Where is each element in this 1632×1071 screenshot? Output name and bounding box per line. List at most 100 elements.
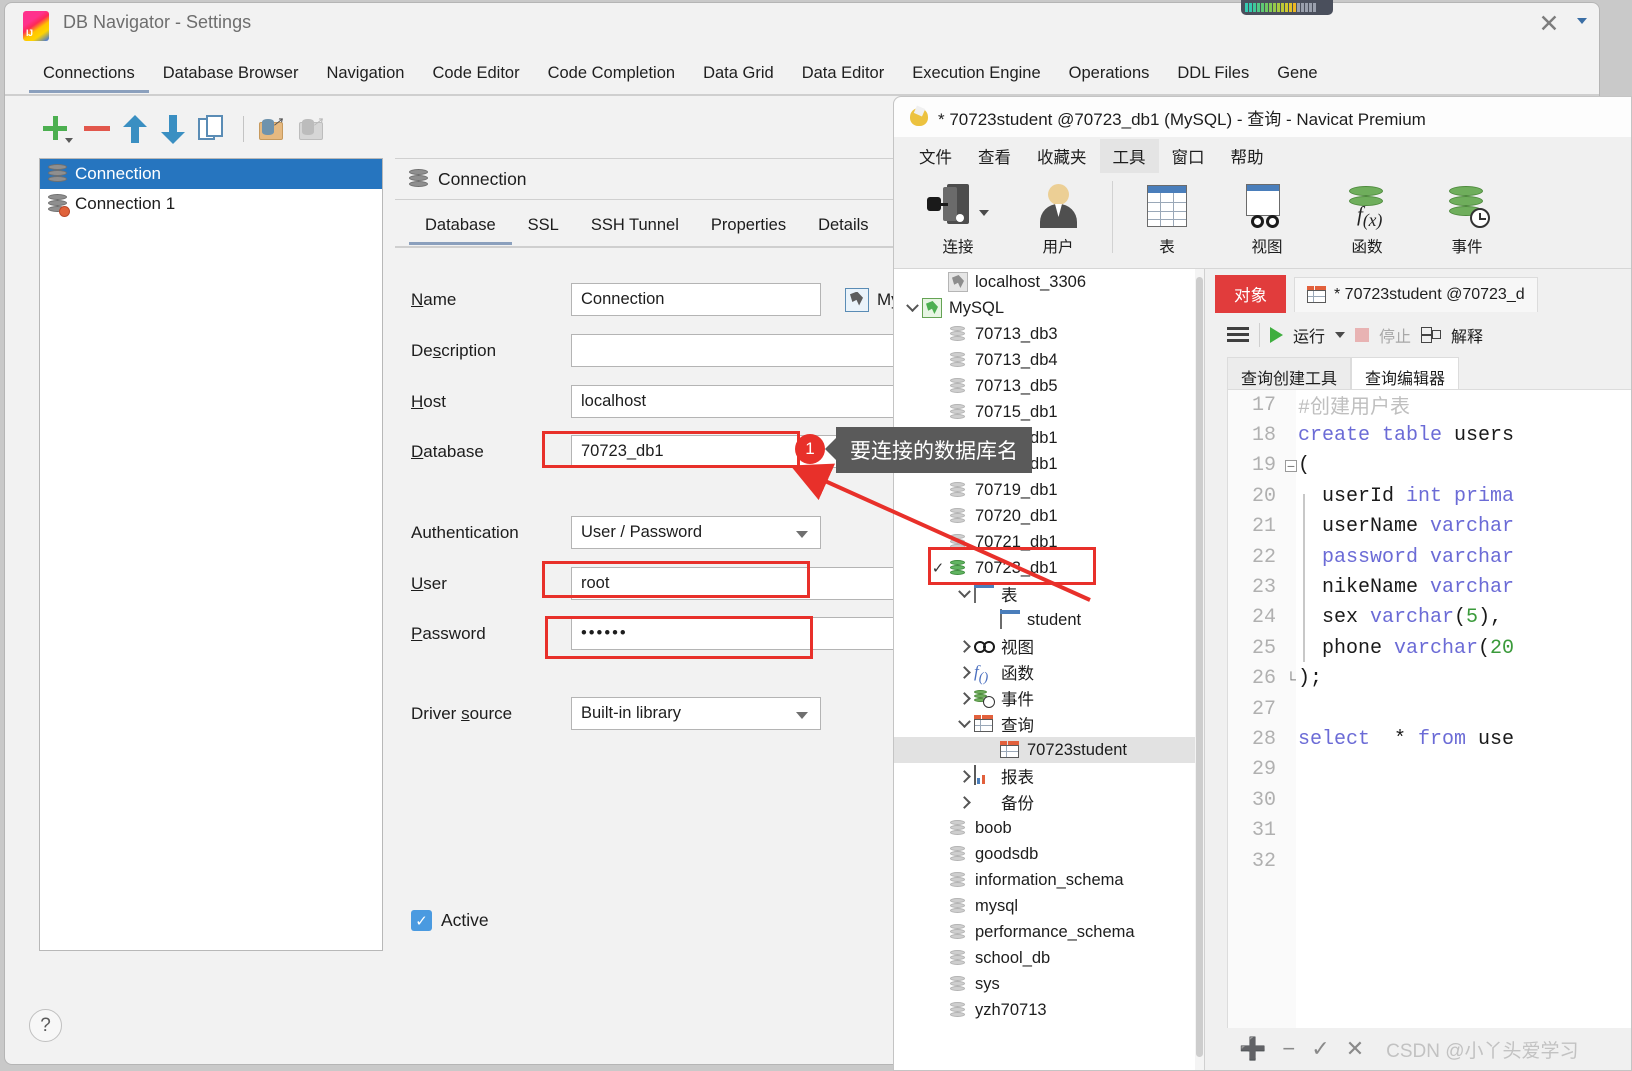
chevron-down-icon[interactable] [905, 298, 919, 312]
tree-item[interactable]: MySQL [894, 295, 1204, 321]
settings-tab-gene[interactable]: Gene [1263, 58, 1331, 91]
explain-label[interactable]: 解释 [1451, 323, 1483, 347]
tree-twisty[interactable] [954, 639, 974, 654]
tree-item[interactable]: 70713_db5 [894, 373, 1204, 399]
tree-twisty[interactable] [954, 769, 974, 784]
tree-item[interactable]: student [894, 607, 1204, 633]
connection-list-item[interactable]: Connection 1 [40, 189, 382, 219]
checkbox-checked-icon[interactable]: ✓ [411, 910, 432, 931]
chevron-right-icon[interactable] [957, 795, 971, 809]
connection-list-item[interactable]: Connection [40, 159, 382, 189]
navicat-menu-item[interactable]: 文件 [906, 139, 965, 173]
settings-tab-execution-engine[interactable]: Execution Engine [898, 58, 1054, 91]
object-button[interactable]: 对象 [1215, 275, 1286, 313]
sql-line[interactable]: 26 └); [1228, 664, 1631, 694]
chevron-down-icon[interactable] [1573, 11, 1593, 31]
tree-twisty[interactable] [954, 665, 974, 680]
tree-twisty[interactable] [954, 691, 974, 706]
chevron-down-icon[interactable] [979, 210, 989, 216]
active-checkbox-row[interactable]: ✓ Active [411, 910, 489, 931]
toolbar-table[interactable]: 表 [1117, 175, 1217, 257]
tree-twisty[interactable]: ✓ [928, 559, 948, 577]
chevron-right-icon[interactable] [957, 639, 971, 653]
settings-tab-code-completion[interactable]: Code Completion [534, 58, 690, 91]
connection-tab-properties[interactable]: Properties [695, 210, 802, 243]
tree-item[interactable]: 备份 [894, 789, 1204, 815]
toolbar-connection[interactable]: 连接 [908, 175, 1008, 257]
navicat-object-tree[interactable]: localhost_3306 MySQL 70713_db3 70713_db4 707… [894, 269, 1205, 1070]
chevron-down-icon[interactable] [957, 584, 971, 598]
sql-line[interactable]: 24 sex varchar(5), [1228, 603, 1631, 633]
tree-item[interactable]: information_schema [894, 867, 1204, 893]
navicat-menu-item[interactable]: 窗口 [1159, 139, 1218, 173]
check-icon[interactable]: ✓ [932, 560, 945, 577]
sql-line[interactable]: 23 nikeName varchar [1228, 572, 1631, 602]
toolbar-view[interactable]: 视图 [1217, 175, 1317, 257]
run-label[interactable]: 运行 [1293, 323, 1325, 347]
query-tab[interactable]: * 70723student @70723_d [1294, 276, 1538, 312]
add-row-icon[interactable]: ➕ [1239, 1036, 1266, 1062]
tree-twisty[interactable] [954, 584, 974, 602]
tree-item[interactable]: school_db [894, 945, 1204, 971]
copy-db-icon[interactable]: ↗ [295, 112, 329, 146]
tree-item[interactable]: 70719_db1 [894, 477, 1204, 503]
sql-line[interactable]: 19−( [1228, 451, 1631, 481]
settings-tab-data-editor[interactable]: Data Editor [788, 58, 899, 91]
tree-item[interactable]: 报表 [894, 763, 1204, 789]
settings-tab-data-grid[interactable]: Data Grid [689, 58, 788, 91]
name-input[interactable]: Connection [571, 283, 821, 316]
authentication-select[interactable]: User / Password [571, 516, 821, 549]
tree-item[interactable]: 70713_db3 [894, 321, 1204, 347]
tree-twisty[interactable] [954, 714, 974, 732]
tree-item[interactable]: 70713_db4 [894, 347, 1204, 373]
arrow-down-icon[interactable] [157, 112, 191, 146]
driver-source-select[interactable]: Built-in library [571, 697, 821, 730]
tree-item[interactable]: 事件 [894, 685, 1204, 711]
tree-twisty[interactable] [954, 795, 974, 810]
connection-tab-database[interactable]: Database [409, 210, 512, 245]
sql-line[interactable]: 30 [1228, 785, 1631, 815]
sql-line[interactable]: 29 [1228, 755, 1631, 785]
tree-item[interactable]: boob [894, 815, 1204, 841]
scrollbar-thumb[interactable] [1196, 277, 1203, 1057]
tree-item[interactable]: 查询 [894, 711, 1204, 737]
navicat-menu-item[interactable]: 收藏夹 [1024, 139, 1100, 173]
tree-item[interactable]: mysql [894, 893, 1204, 919]
settings-tab-database-browser[interactable]: Database Browser [149, 58, 313, 91]
tree-item[interactable]: f() 函数 [894, 659, 1204, 685]
chevron-right-icon[interactable] [957, 769, 971, 783]
connection-tab-ssl[interactable]: SSL [512, 210, 575, 243]
arrow-up-icon[interactable] [119, 112, 153, 146]
tree-item[interactable]: 视图 [894, 633, 1204, 659]
cancel-icon[interactable]: ✕ [1346, 1036, 1364, 1062]
connection-tab-details[interactable]: Details [802, 210, 884, 243]
navicat-menu-item[interactable]: 工具 [1099, 139, 1159, 173]
tree-item[interactable]: 70720_db1 [894, 503, 1204, 529]
copy-icon[interactable] [195, 112, 229, 146]
navicat-menu-item[interactable]: 帮助 [1218, 139, 1277, 173]
settings-tab-code-editor[interactable]: Code Editor [418, 58, 533, 91]
confirm-icon[interactable]: ✓ [1311, 1036, 1329, 1062]
paste-db-icon[interactable]: ↗ [255, 112, 289, 146]
help-button[interactable]: ? [29, 1009, 62, 1042]
tree-item[interactable]: goodsdb [894, 841, 1204, 867]
toolbar-event[interactable]: 事件 [1417, 175, 1517, 257]
sql-line[interactable]: 25 phone varchar(20 [1228, 633, 1631, 663]
sql-line[interactable]: 27 [1228, 694, 1631, 724]
sql-line[interactable]: 28 select * from use [1228, 724, 1631, 754]
tree-item[interactable]: 70723student [894, 737, 1204, 763]
menu-icon[interactable] [1227, 327, 1249, 343]
tree-item[interactable]: 70715_db1 [894, 399, 1204, 425]
tree-twisty[interactable] [902, 298, 922, 316]
tree-item[interactable]: ✓ 70723_db1 [894, 555, 1204, 581]
chevron-down-icon[interactable] [1335, 332, 1346, 338]
chevron-right-icon[interactable] [957, 665, 971, 679]
sql-line[interactable]: 20 userId int prima [1228, 481, 1631, 511]
settings-tab-connections[interactable]: Connections [29, 58, 149, 93]
remove-row-icon[interactable]: − [1282, 1036, 1295, 1062]
navicat-menu-item[interactable]: 查看 [965, 139, 1024, 173]
connection-tab-ssh-tunnel[interactable]: SSH Tunnel [575, 210, 695, 243]
tree-item[interactable]: yzh70713 [894, 997, 1204, 1023]
close-icon[interactable]: ✕ [1535, 11, 1563, 39]
sql-line[interactable]: 32 [1228, 846, 1631, 876]
